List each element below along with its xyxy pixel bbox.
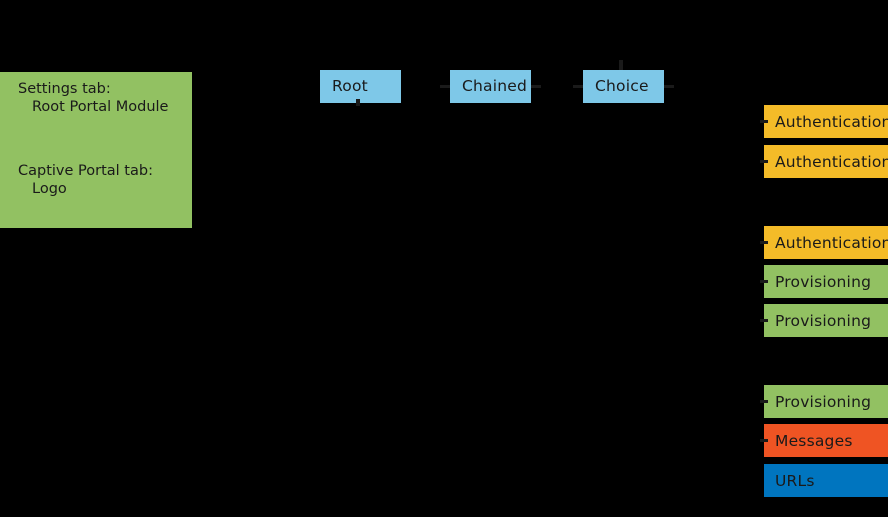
settings-tab-title: Settings tab: xyxy=(18,81,111,97)
diagram-canvas: Root Chained Choice Settings tab: Root P… xyxy=(0,0,888,517)
connector-stub-root-bottom xyxy=(356,99,360,106)
flow-node-choice[interactable]: Choice xyxy=(583,70,664,103)
connector-stub-chained-left xyxy=(440,85,450,88)
settings-group-one: Settings tab: Root Portal Module xyxy=(18,80,192,116)
connector-stub-provisioning-2 xyxy=(760,319,768,322)
category-box-provisioning-1[interactable]: Provisioning xyxy=(764,265,888,298)
connector-stub-messages xyxy=(760,439,768,442)
captive-portal-tab-item: Logo xyxy=(32,181,67,198)
connector-stub-choice-right xyxy=(664,85,674,88)
flow-node-chained-label: Chained xyxy=(462,76,528,95)
flow-node-choice-label: Choice xyxy=(595,76,649,95)
category-box-messages[interactable]: Messages xyxy=(764,424,888,457)
connector-stub-choice-left xyxy=(573,85,583,88)
connector-stub-chained-right xyxy=(531,85,541,88)
captive-portal-tab-title: Captive Portal tab: xyxy=(18,163,153,180)
connector-stub-provisioning-3 xyxy=(760,400,768,403)
category-box-label: URLs xyxy=(775,471,815,490)
connector-stub-authentication-3 xyxy=(760,241,768,244)
category-box-provisioning-2[interactable]: Provisioning xyxy=(764,304,888,337)
flow-node-root[interactable]: Root xyxy=(320,70,401,103)
category-box-label: Messages xyxy=(775,431,853,450)
category-box-provisioning-3[interactable]: Provisioning xyxy=(764,385,888,418)
category-box-label: Provisioning xyxy=(775,392,872,411)
settings-tab-item: Root Portal Module xyxy=(32,99,169,116)
category-box-authentication-2[interactable]: Authentication xyxy=(764,145,888,178)
category-box-urls[interactable]: URLs xyxy=(764,464,888,497)
category-box-authentication-1[interactable]: Authentication xyxy=(764,105,888,138)
settings-panel: Settings tab: Root Portal Module Captive… xyxy=(0,72,192,228)
settings-group-two: Captive Portal tab: Logo xyxy=(18,162,192,198)
connector-stub-authentication-2 xyxy=(760,160,768,163)
category-box-label: Authentication xyxy=(775,152,888,171)
connector-stub-provisioning-1 xyxy=(760,280,768,283)
category-box-label: Authentication xyxy=(775,233,888,252)
category-box-label: Provisioning xyxy=(775,272,872,291)
connector-stub-choice-top xyxy=(619,60,623,70)
category-box-authentication-3[interactable]: Authentication xyxy=(764,226,888,259)
category-box-label: Provisioning xyxy=(775,311,872,330)
flow-node-chained[interactable]: Chained xyxy=(450,70,531,103)
category-box-label: Authentication xyxy=(775,112,888,131)
flow-node-root-label: Root xyxy=(332,76,368,95)
connector-stub-authentication-1 xyxy=(760,120,768,123)
